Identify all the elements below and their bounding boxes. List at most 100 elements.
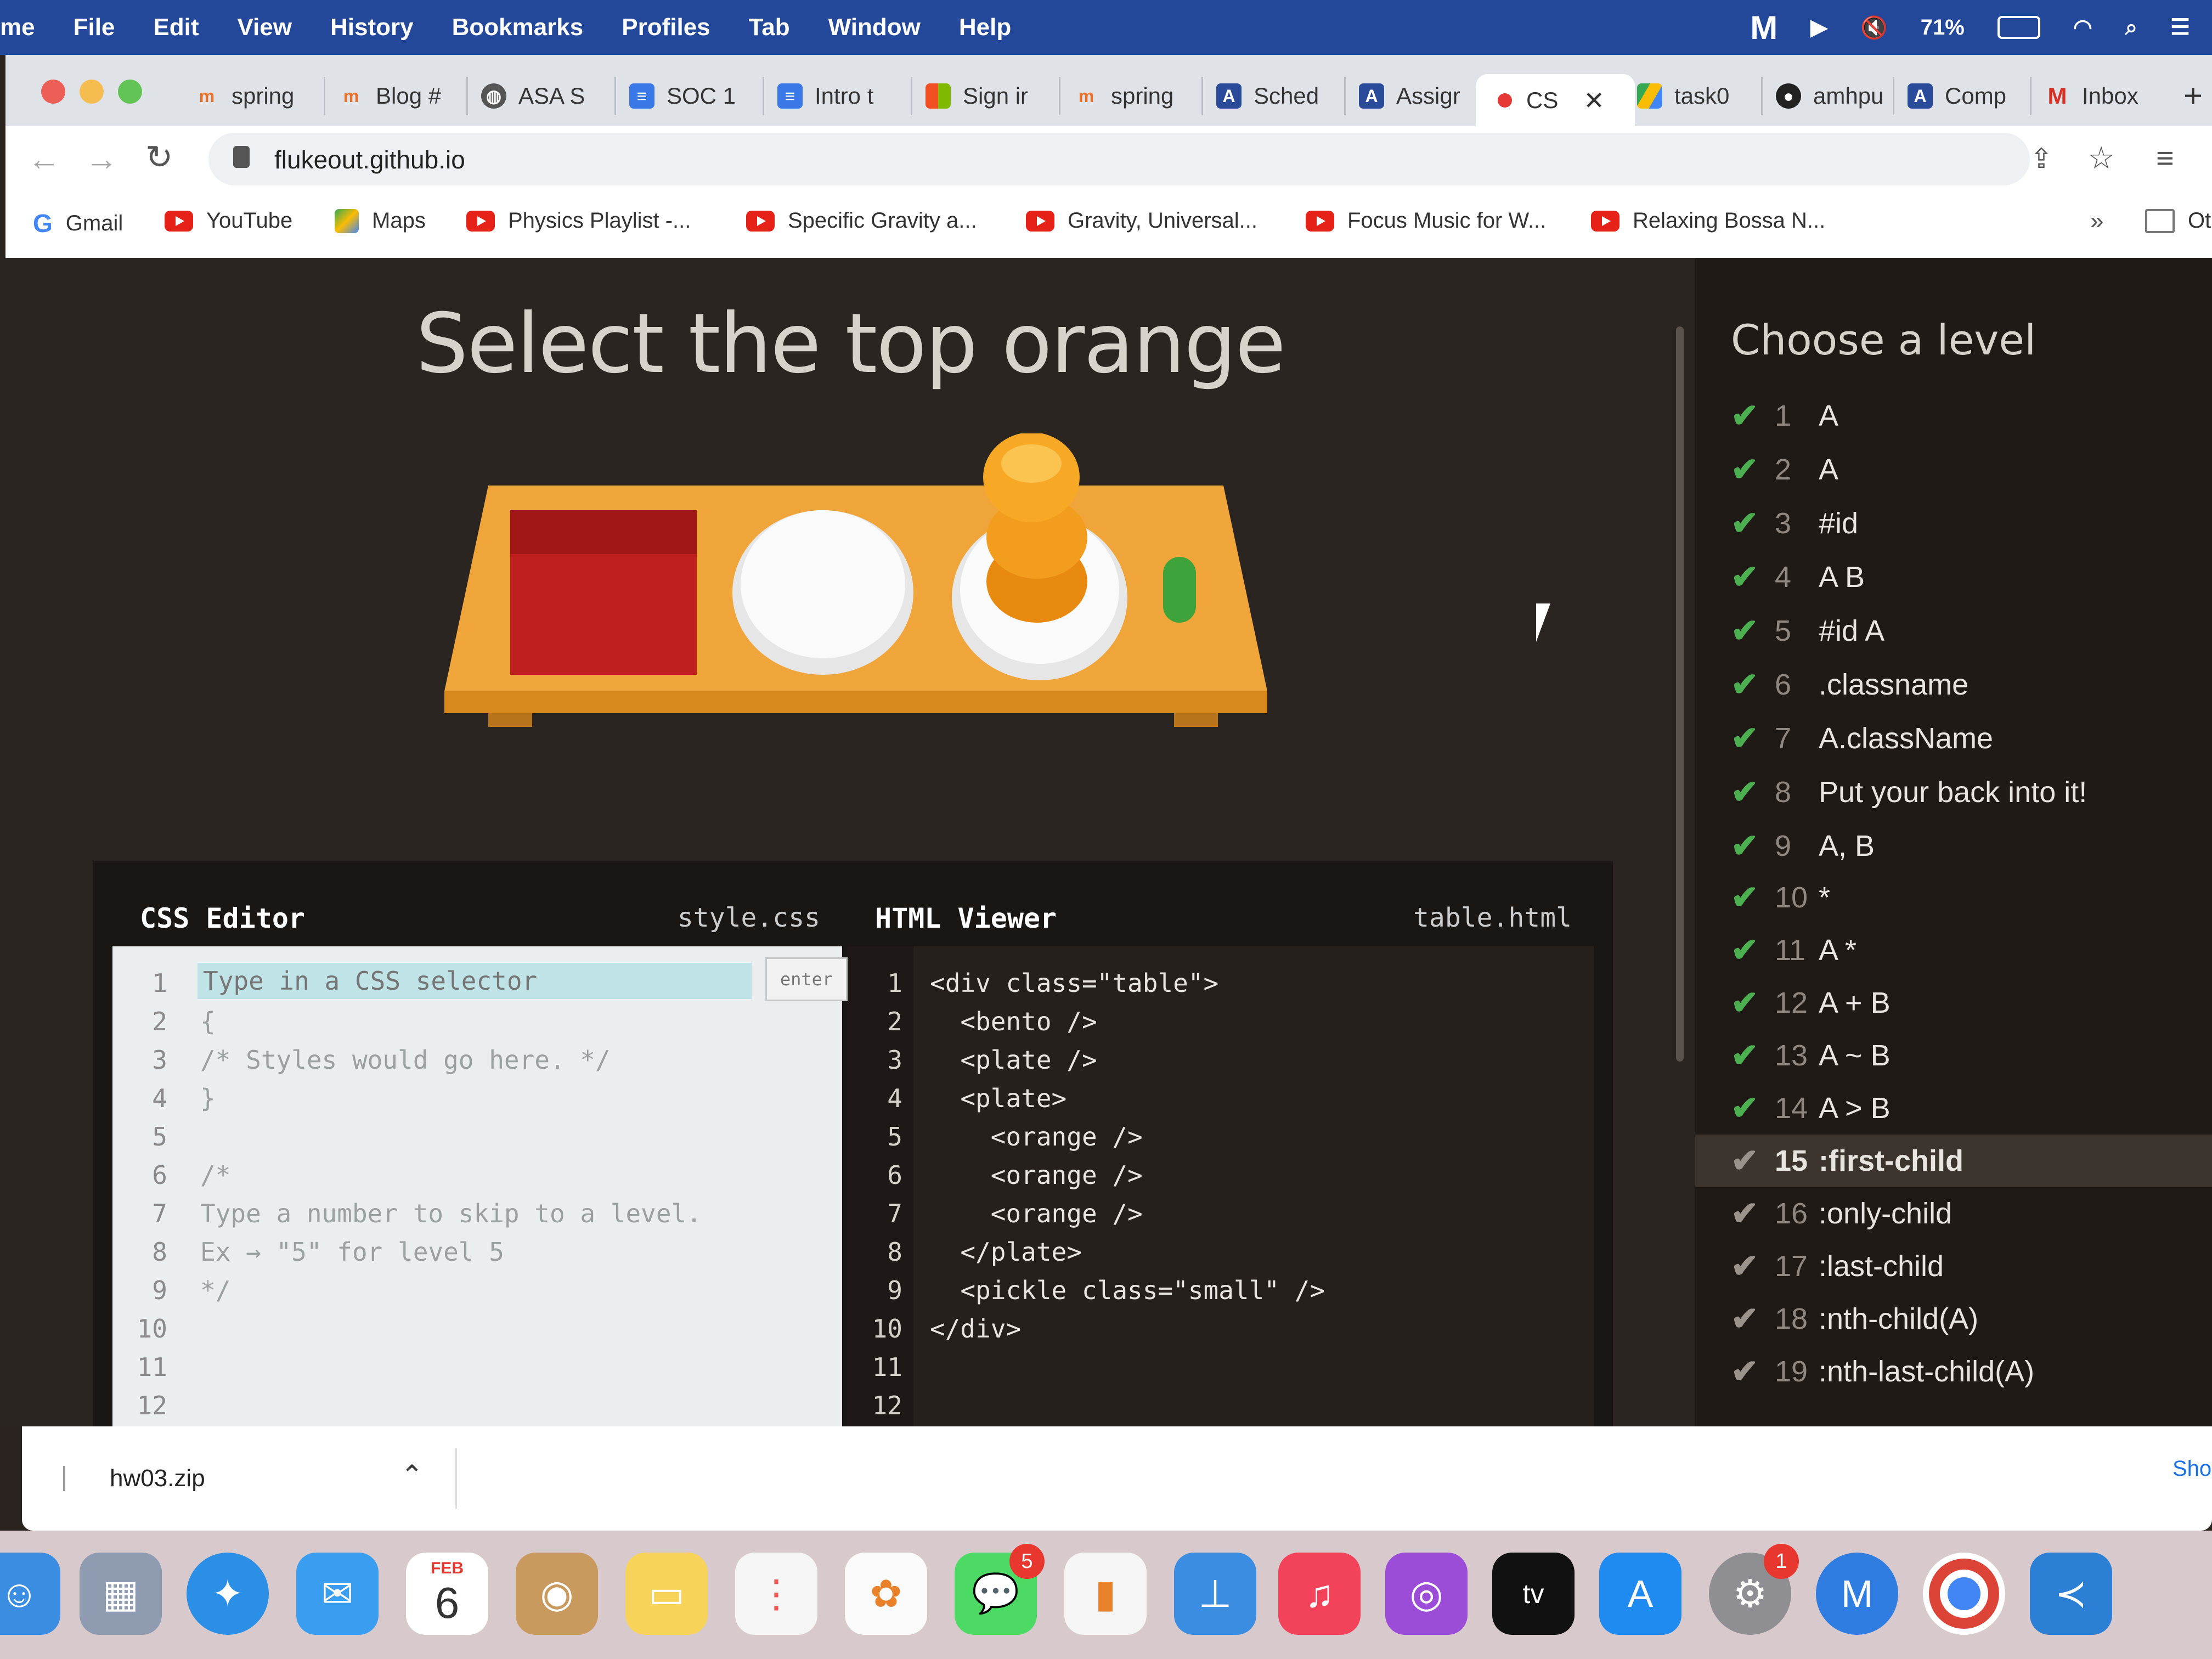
html-code-line[interactable]: <orange /> [930,1199,1143,1228]
level-item-3[interactable]: ✔ 3 #id [1695,497,2212,550]
html-code-line[interactable]: <div class="table"> [930,968,1218,998]
bento-box[interactable] [510,510,697,675]
download-filename[interactable]: hw03.zip [110,1465,205,1492]
tab-comp[interactable]: A Comp [1893,77,2039,115]
html-code-line[interactable]: <orange /> [930,1160,1143,1190]
meetings-app-icon[interactable]: M [1750,9,1778,47]
level-item-15-current[interactable]: ✔ 15:first-child [1695,1135,2212,1187]
tab-soc[interactable]: ≡ SOC 1 [614,77,766,115]
finder-icon[interactable]: ☺ [0,1553,60,1635]
wifi-icon[interactable]: ◠ [2073,15,2092,40]
html-code-line[interactable]: <pickle class="small" /> [930,1276,1325,1305]
level-item-8[interactable]: ✔ 8 Put your back into it! [1695,766,2212,819]
bookmark-gmail[interactable]: G Gmail [33,208,123,238]
app-store-icon[interactable]: A [1599,1553,1681,1635]
new-tab-icon[interactable]: + [2183,77,2203,115]
level-item-5[interactable]: ✔ 5 #id A [1695,605,2212,657]
html-code-line[interactable]: <orange /> [930,1122,1143,1152]
bookmark-maps[interactable]: Maps [335,208,426,233]
enter-button[interactable]: enter [765,957,848,1001]
level-item-16[interactable]: ✔ 16:only-child [1695,1187,2212,1240]
address-bar[interactable]: flukeout.github.io [208,133,2030,185]
tab-spring-2[interactable]: m spring [1059,77,1211,115]
share-icon[interactable]: ⇪ [2030,143,2053,174]
bookmark-gravity-universal[interactable]: Gravity, Universal... [1026,208,1257,233]
mute-icon[interactable]: 🔇 [1860,15,1888,41]
calendar-icon[interactable]: FEB 6 [406,1553,488,1635]
music-icon[interactable]: ♫ [1278,1553,1361,1635]
forward-icon[interactable]: → [85,140,118,178]
meetings-app-dock-icon[interactable]: M [1816,1553,1898,1635]
bookmark-youtube[interactable]: YouTube [165,208,292,233]
level-item-9[interactable]: ✔ 9 A, B [1695,820,2212,872]
level-item-14[interactable]: ✔ 14 A > B [1695,1082,2212,1135]
bookmark-star-icon[interactable]: ☆ [2087,140,2115,176]
photos-icon[interactable]: ✿ [845,1553,927,1635]
system-settings-icon[interactable]: ⚙ 1 [1709,1544,1799,1635]
tab-spring[interactable]: m spring [181,77,326,115]
vscode-icon[interactable]: ≺ [2030,1553,2112,1635]
level-item-13[interactable]: ✔ 13 A ~ B [1695,1029,2212,1082]
level-item-12[interactable]: ✔ 12 A + B [1695,977,2212,1029]
level-item-11[interactable]: ✔ 11 A * [1695,924,2212,977]
html-code-line[interactable]: <plate /> [930,1045,1097,1075]
menu-history[interactable]: History [330,14,414,41]
close-tab-icon[interactable]: ✕ [1583,86,1605,115]
numbers-icon[interactable]: ▮ [1064,1553,1147,1635]
level-item-6[interactable]: ✔ 6 .classname [1695,658,2212,711]
bookmarks-overflow-icon[interactable]: » [2090,207,2103,235]
tab-assign[interactable]: A Assigr [1344,77,1491,115]
tab-sched[interactable]: A Sched [1201,77,1353,115]
tab-css-active[interactable]: CS ✕ [1476,74,1635,126]
level-item-17[interactable]: ✔ 17:last-child [1695,1240,2212,1293]
apple-tv-icon[interactable]: tv [1492,1553,1575,1635]
chrome-icon[interactable] [1923,1553,2005,1635]
bookmark-specific-gravity[interactable]: Specific Gravity a... [746,208,977,233]
tab-intro[interactable]: ≡ Intro t [763,77,915,115]
level-item-10[interactable]: ✔ 10 * [1695,871,2212,924]
show-all-link[interactable]: Sho [2172,1457,2211,1481]
safari-icon[interactable]: ✦ [187,1553,269,1635]
level-item-18[interactable]: ✔ 18:nth-child(A) [1695,1293,2212,1345]
menu-file[interactable]: File [74,14,115,41]
menu-bookmarks[interactable]: Bookmarks [452,14,584,41]
battery-percent[interactable]: 71% [1921,15,1965,40]
url-text[interactable]: flukeout.github.io [274,145,465,174]
tab-task[interactable]: task0 [1624,77,1763,115]
lock-icon[interactable] [233,146,250,168]
level-item-7[interactable]: ✔ 7 A.className [1695,712,2212,765]
css-selector-input[interactable] [198,963,752,999]
pickle-small[interactable] [1163,557,1196,623]
bookmark-other[interactable]: Ot [2145,208,2211,233]
podcasts-icon[interactable]: ◎ [1385,1553,1468,1635]
control-center-icon[interactable]: ☰ [2170,15,2190,40]
tab-sign-in[interactable]: Sign ir [911,77,1063,115]
reading-list-icon[interactable]: ≡ [2156,140,2174,176]
menu-edit[interactable]: Edit [153,14,199,41]
minimize-window-button[interactable] [80,80,104,104]
reload-icon[interactable]: ↻ [145,138,173,177]
play-icon[interactable]: ▶ [1810,15,1827,40]
bookmark-relaxing-bossa[interactable]: Relaxing Bossa N... [1591,208,1825,233]
messages-icon[interactable]: 💬 5 [955,1544,1045,1635]
html-code-line[interactable]: </div> [930,1314,1021,1344]
close-window-button[interactable] [41,80,65,104]
level-item-2[interactable]: ✔ 2 A [1695,443,2212,496]
mail-icon[interactable]: ✉ [296,1553,379,1635]
level-item-4[interactable]: ✔ 4 A B [1695,551,2212,603]
level-item-1[interactable]: ✔ 1 A [1695,390,2212,442]
bookmark-physics-playlist[interactable]: Physics Playlist -... [466,208,691,233]
menu-help[interactable]: Help [959,14,1011,41]
battery-icon[interactable] [1997,16,2040,39]
html-code-line[interactable]: <bento /> [930,1007,1097,1036]
page-scrollbar[interactable] [1676,326,1684,1062]
tab-inbox[interactable]: M Inbox [2030,77,2176,115]
tab-github[interactable]: ● amhpu [1761,77,1902,115]
back-icon[interactable]: ← [27,140,60,178]
menu-window[interactable]: Window [828,14,921,41]
tab-blog[interactable]: m Blog # [324,77,470,115]
html-code-line[interactable]: <plate> [930,1084,1066,1113]
menu-profiles[interactable]: Profiles [622,14,710,41]
spotlight-search-icon[interactable]: ⌕ [2125,15,2137,40]
plate-empty[interactable] [732,510,913,675]
